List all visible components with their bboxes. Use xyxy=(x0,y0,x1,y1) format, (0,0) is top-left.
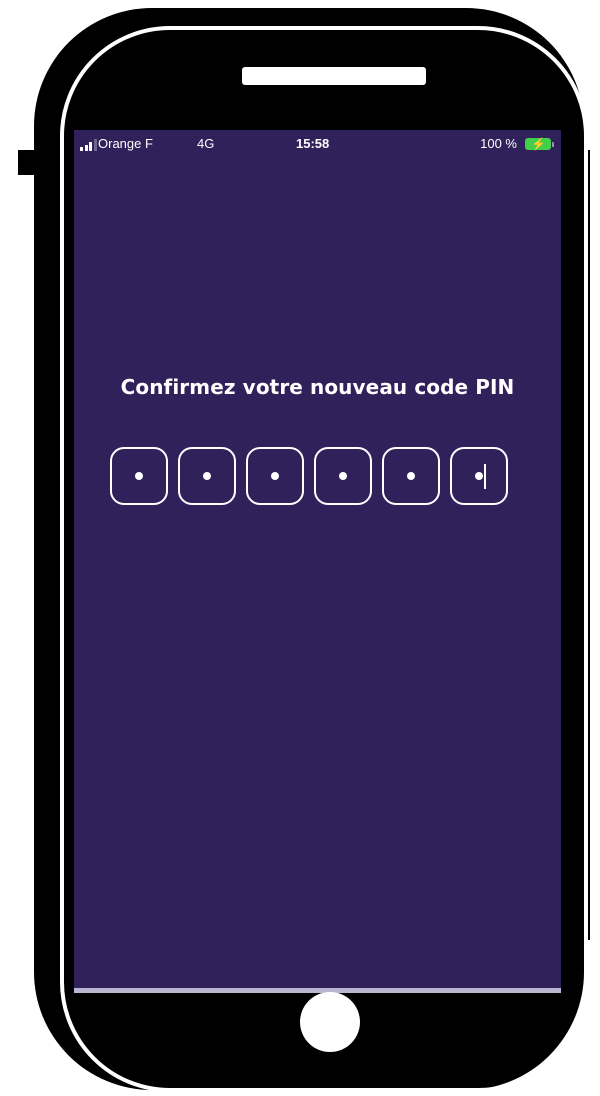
pin-digit-box[interactable] xyxy=(314,447,372,505)
pin-digit-box[interactable] xyxy=(246,447,304,505)
pin-digit-box[interactable] xyxy=(110,447,168,505)
network-type: 4G xyxy=(197,136,215,151)
phone-mockup: Orange F 4G 15:58 100 % ⚡ Confirmez votr… xyxy=(0,0,600,1096)
pin-digit-box[interactable] xyxy=(382,447,440,505)
pin-digit-box-active[interactable] xyxy=(450,447,508,505)
pin-digit-box[interactable] xyxy=(178,447,236,505)
pin-dot-icon xyxy=(271,472,279,480)
signal-strength-icon xyxy=(80,139,97,151)
pin-input[interactable] xyxy=(110,447,508,505)
pin-dot-icon xyxy=(407,472,415,480)
home-button[interactable] xyxy=(300,992,360,1052)
pin-dot-icon xyxy=(339,472,347,480)
pin-dot-icon xyxy=(203,472,211,480)
carrier-name: Orange F xyxy=(98,136,153,151)
screen-bottom-edge xyxy=(74,988,561,993)
phone-screen: Orange F 4G 15:58 100 % ⚡ Confirmez votr… xyxy=(74,130,561,992)
pin-dot-icon xyxy=(135,472,143,480)
battery-percentage: 100 % xyxy=(480,136,517,151)
charging-bolt-icon: ⚡ xyxy=(531,137,546,151)
text-cursor xyxy=(484,464,486,489)
phone-speaker xyxy=(242,67,426,85)
status-bar: Orange F 4G 15:58 100 % ⚡ xyxy=(74,130,561,158)
status-time: 15:58 xyxy=(296,136,330,151)
pin-confirm-title: Confirmez votre nouveau code PIN xyxy=(120,375,515,399)
pin-dot-icon xyxy=(475,472,483,480)
battery-tip xyxy=(552,142,554,147)
